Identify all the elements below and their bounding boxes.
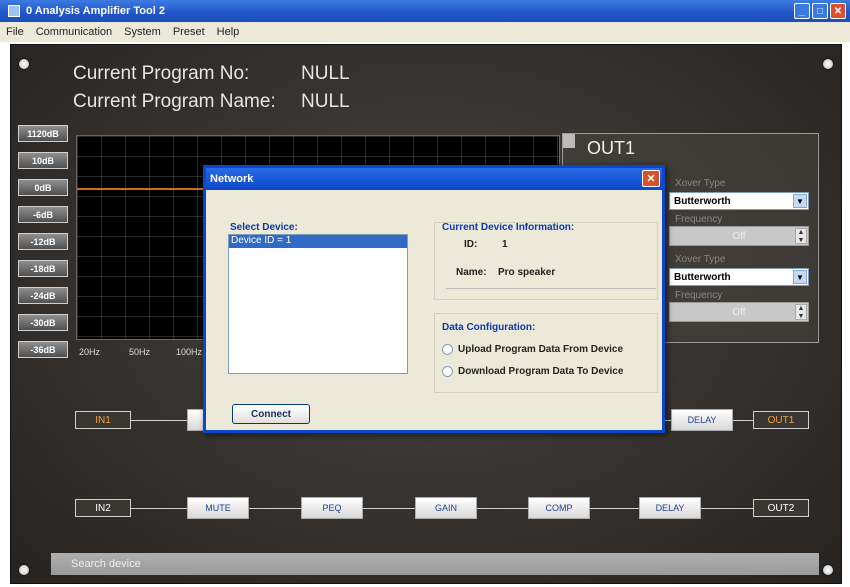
radio-icon[interactable] [442,366,453,377]
menu-preset[interactable]: Preset [173,26,205,38]
xover-type-value: Butterworth [674,195,731,207]
window-title: 0 Analysis Amplifier Tool 2 [26,5,165,17]
menubar: File Communication System Preset Help [0,22,850,42]
axis-tick-label: 50Hz [129,347,151,357]
select-device-label: Select Device: [230,222,298,233]
output-1-box[interactable]: OUT1 [753,411,809,429]
delay-block-button[interactable]: DELAY [671,409,733,431]
gain-block-button[interactable]: GAIN [415,497,477,519]
peq-block-button[interactable]: PEQ [301,497,363,519]
name-value: Pro speaker [498,267,556,278]
close-icon[interactable]: ✕ [830,3,846,19]
level-button[interactable]: -30dB [18,314,68,331]
spin-arrows-icon[interactable]: ▲ ▼ [795,304,807,320]
output-panel-tab[interactable] [563,134,575,148]
output-2-box[interactable]: OUT2 [753,499,809,517]
screw-icon [823,565,833,575]
level-button[interactable]: 10dB [18,152,68,169]
id-label: ID: [464,239,478,250]
chevron-down-icon: ▼ [793,270,807,284]
screw-icon [19,565,29,575]
device-list[interactable]: Device ID = 1 [228,234,408,374]
dialog-titlebar: Network ✕ [206,168,662,190]
frequency-value: Off [732,230,746,242]
app-icon [8,5,20,17]
name-label: Name: [456,267,487,278]
axis-tick-label: 20Hz [79,347,101,357]
spin-arrows-icon[interactable]: ▲ ▼ [795,228,807,244]
program-no-row: Current Program No: NULL [73,63,350,85]
level-button[interactable]: 1120dB [18,125,68,142]
window-controls: _ □ ✕ [794,3,846,19]
level-button[interactable]: 0dB [18,179,68,196]
menu-file[interactable]: File [6,26,24,38]
level-button[interactable]: -18dB [18,260,68,277]
level-button[interactable]: -36dB [18,341,68,358]
program-no-value: NULL [301,63,350,84]
xover-type-label: Xover Type [675,254,726,265]
menu-system[interactable]: System [124,26,161,38]
name-underline [446,288,656,289]
screw-icon [19,59,29,69]
upload-radio-option[interactable]: Upload Program Data From Device [442,344,623,355]
level-button[interactable]: -12dB [18,233,68,250]
comp-block-button[interactable]: COMP [528,497,590,519]
menu-communication[interactable]: Communication [36,26,112,38]
input-1-box[interactable]: IN1 [75,411,131,429]
minimize-icon[interactable]: _ [794,3,810,19]
axis-tick-label: 100Hz [176,347,203,357]
xover-type-value: Butterworth [674,271,731,283]
window-titlebar: 0 Analysis Amplifier Tool 2 _ □ ✕ [0,0,850,22]
input-2-box[interactable]: IN2 [75,499,131,517]
program-name-label: Current Program Name: [73,91,276,112]
device-list-item[interactable]: Device ID = 1 [229,235,407,248]
maximize-icon[interactable]: □ [812,3,828,19]
upload-radio-label: Upload Program Data From Device [458,344,624,355]
program-no-label: Current Program No: [73,63,250,84]
delay-block-button[interactable]: DELAY [639,497,701,519]
dialog-title: Network [210,173,254,185]
connect-button[interactable]: Connect [232,404,310,424]
radio-icon[interactable] [442,344,453,355]
frequency-label: Frequency [675,214,723,225]
program-name-row: Current Program Name: NULL [73,91,350,113]
program-name-value: NULL [301,91,350,112]
network-dialog: Network ✕ Select Device: Device ID = 1 C… [203,165,665,433]
output-title: OUT1 [587,138,636,158]
xover-type-select[interactable]: Butterworth ▼ [669,268,809,286]
screw-icon [823,59,833,69]
chevron-down-icon: ▼ [793,194,807,208]
level-button-column: 1120dB 10dB 0dB -6dB -12dB -18dB -24dB -… [18,125,68,368]
frequency-spin[interactable]: Off ▲ ▼ [669,302,809,322]
xover-type-label: Xover Type [675,178,726,189]
frequency-label: Frequency [675,290,723,301]
level-button[interactable]: -6dB [18,206,68,223]
level-button[interactable]: -24dB [18,287,68,304]
xover-type-select[interactable]: Butterworth ▼ [669,192,809,210]
id-value: 1 [502,239,508,250]
download-radio-label: Download Program Data To Device [458,366,624,377]
frequency-spin[interactable]: Off ▲ ▼ [669,226,809,246]
frequency-value: Off [732,306,746,318]
status-bar: Search device [51,553,819,575]
download-radio-option[interactable]: Download Program Data To Device [442,366,623,377]
close-icon[interactable]: ✕ [642,170,660,187]
menu-help[interactable]: Help [217,26,240,38]
mute-block-button[interactable]: MUTE [187,497,249,519]
